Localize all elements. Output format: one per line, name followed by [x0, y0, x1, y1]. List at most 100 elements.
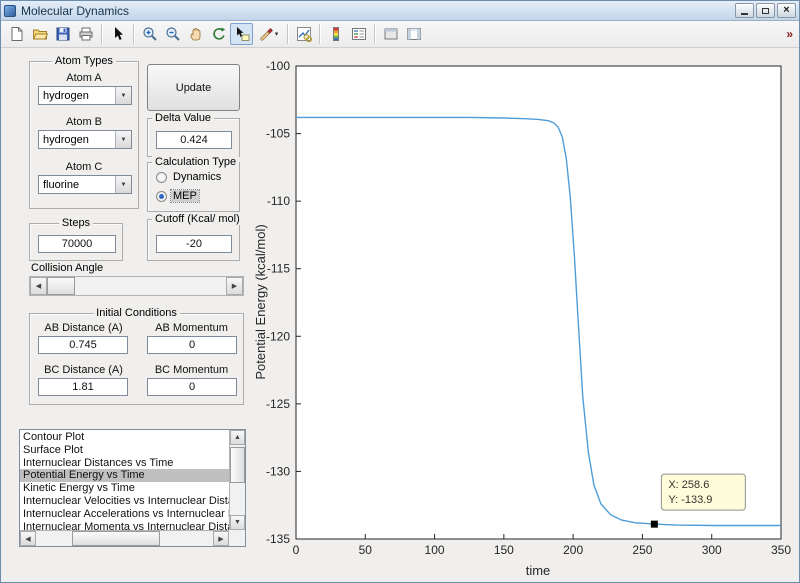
- atom-a-select[interactable]: hydrogen ▼: [38, 86, 132, 105]
- scroll-down-arrow-icon[interactable]: ▼: [230, 515, 245, 530]
- calculation-type-title: Calculation Type: [152, 156, 239, 168]
- atom-b-select[interactable]: hydrogen ▼: [38, 130, 132, 149]
- toolbar: ▾ »: [1, 21, 799, 48]
- zoom-out-icon[interactable]: [161, 23, 184, 45]
- potential-energy-plot[interactable]: Potential Energy (kcal/mol) time 0501001…: [251, 57, 799, 583]
- ab-momentum-field[interactable]: [147, 336, 237, 354]
- pan-icon[interactable]: [184, 23, 207, 45]
- y-tick-label: -130: [266, 464, 290, 478]
- steps-field[interactable]: [38, 235, 116, 253]
- ab-momentum-label: AB Momentum: [138, 322, 245, 334]
- show-plot-tools-icon[interactable]: [402, 23, 425, 45]
- x-axis-label: time: [526, 563, 551, 578]
- pointer-icon[interactable]: [106, 23, 129, 45]
- x-tick-label: 200: [563, 543, 583, 557]
- minimize-icon: [741, 13, 748, 15]
- list-item[interactable]: Contour Plot: [20, 431, 229, 444]
- print-icon[interactable]: [74, 23, 97, 45]
- list-item[interactable]: Potential Energy vs Time: [20, 469, 229, 482]
- radio-label: MEP: [171, 190, 199, 202]
- radio-icon[interactable]: [156, 172, 167, 183]
- hide-plot-tools-icon[interactable]: [379, 23, 402, 45]
- steps-title: Steps: [59, 217, 93, 229]
- radio-dynamics[interactable]: Dynamics: [156, 171, 223, 183]
- cutoff-panel: Cutoff (Kcal/ mol): [147, 219, 240, 261]
- minimize-button[interactable]: [735, 3, 754, 18]
- zoom-in-icon[interactable]: [138, 23, 161, 45]
- calculation-type-panel: Calculation Type Dynamics MEP: [147, 162, 240, 212]
- atom-c-select[interactable]: fluorine ▼: [38, 175, 132, 194]
- link-plot-icon[interactable]: [292, 23, 315, 45]
- slider-left-arrow-icon[interactable]: ◀: [30, 277, 47, 295]
- scrollbar-corner: [229, 530, 245, 546]
- app-window: Molecular Dynamics × ▾ » Atom Types: [0, 0, 800, 583]
- x-tick-label: 150: [494, 543, 514, 557]
- cutoff-field[interactable]: [156, 235, 232, 253]
- list-item[interactable]: Internuclear Velocities vs Internuclear …: [20, 495, 229, 508]
- atom-types-panel: Atom Types Atom A hydrogen ▼ Atom B hydr…: [29, 61, 139, 209]
- y-axis-label: Potential Energy (kcal/mol): [253, 224, 268, 379]
- atom-c-value: fluorine: [39, 179, 115, 191]
- list-item[interactable]: Surface Plot: [20, 444, 229, 457]
- collision-angle-slider[interactable]: ◀ ▶: [29, 276, 244, 296]
- axes-box[interactable]: [296, 66, 781, 539]
- collision-angle-label: Collision Angle: [31, 262, 103, 274]
- scroll-left-arrow-icon[interactable]: ◀: [20, 531, 36, 546]
- datatip-text: Y: -133.9: [668, 494, 712, 506]
- bc-momentum-field[interactable]: [147, 378, 237, 396]
- scroll-right-arrow-icon[interactable]: ▶: [213, 531, 229, 546]
- slider-thumb[interactable]: [47, 277, 75, 295]
- save-icon[interactable]: [51, 23, 74, 45]
- slider-right-arrow-icon[interactable]: ▶: [226, 277, 243, 295]
- plot-list-vscroll[interactable]: ▲ ▼: [229, 430, 245, 530]
- atom-a-value: hydrogen: [39, 90, 115, 102]
- delta-value-field[interactable]: [156, 131, 232, 149]
- ab-distance-field[interactable]: [38, 336, 128, 354]
- brush-icon[interactable]: ▾: [253, 23, 283, 45]
- plot-list[interactable]: Contour PlotSurface PlotInternuclear Dis…: [19, 429, 246, 547]
- list-item[interactable]: Internuclear Distances vs Time: [20, 457, 229, 470]
- y-tick-label: -100: [266, 59, 290, 73]
- datatip-text: X: 258.6: [668, 479, 709, 491]
- atom-types-title: Atom Types: [52, 55, 116, 67]
- bc-distance-field[interactable]: [38, 378, 128, 396]
- cutoff-title: Cutoff (Kcal/ mol): [152, 213, 243, 225]
- datatip-box[interactable]: X: 258.6 Y: -133.9: [661, 474, 745, 510]
- hscroll-thumb[interactable]: [72, 531, 160, 546]
- toolbar-overflow-icon[interactable]: »: [786, 27, 795, 41]
- list-item[interactable]: Internuclear Momenta vs Internuclear Dis…: [20, 521, 229, 530]
- chevron-down-icon[interactable]: ▾: [275, 30, 279, 38]
- chevron-down-icon[interactable]: ▼: [115, 176, 131, 193]
- bc-distance-label: BC Distance (A): [30, 364, 137, 376]
- list-item[interactable]: Kinetic Energy vs Time: [20, 482, 229, 495]
- restore-button[interactable]: [756, 3, 775, 18]
- vscroll-thumb[interactable]: [230, 447, 245, 483]
- x-tick-label: 0: [293, 543, 300, 557]
- x-tick-label: 300: [702, 543, 722, 557]
- chevron-down-icon[interactable]: ▼: [115, 131, 131, 148]
- data-cursor-icon[interactable]: [230, 23, 253, 45]
- list-item[interactable]: Internuclear Accelerations vs Internucle…: [20, 508, 229, 521]
- radio-mep[interactable]: MEP: [156, 190, 199, 202]
- plot-list-items: Contour PlotSurface PlotInternuclear Dis…: [20, 431, 229, 530]
- y-tick-label: -120: [266, 329, 290, 343]
- close-button[interactable]: ×: [777, 3, 796, 18]
- title-bar[interactable]: Molecular Dynamics ×: [1, 1, 799, 21]
- x-tick-label: 250: [632, 543, 652, 557]
- chevron-down-icon[interactable]: ▼: [115, 87, 131, 104]
- plot-list-hscroll[interactable]: ◀ ▶: [20, 530, 229, 546]
- chart-area[interactable]: Potential Energy (kcal/mol) time 0501001…: [251, 57, 799, 583]
- update-button[interactable]: Update: [147, 64, 240, 111]
- radio-label: Dynamics: [171, 171, 223, 183]
- x-tick-label: 350: [771, 543, 791, 557]
- insert-legend-icon[interactable]: [347, 23, 370, 45]
- insert-colorbar-icon[interactable]: [324, 23, 347, 45]
- open-folder-icon[interactable]: [28, 23, 51, 45]
- rotate-3d-icon[interactable]: [207, 23, 230, 45]
- radio-icon[interactable]: [156, 191, 167, 202]
- y-tick-label: -135: [266, 532, 290, 546]
- datatip-marker[interactable]: [651, 521, 658, 528]
- initial-conditions-title: Initial Conditions: [93, 307, 180, 319]
- new-file-icon[interactable]: [5, 23, 28, 45]
- scroll-up-arrow-icon[interactable]: ▲: [230, 430, 245, 445]
